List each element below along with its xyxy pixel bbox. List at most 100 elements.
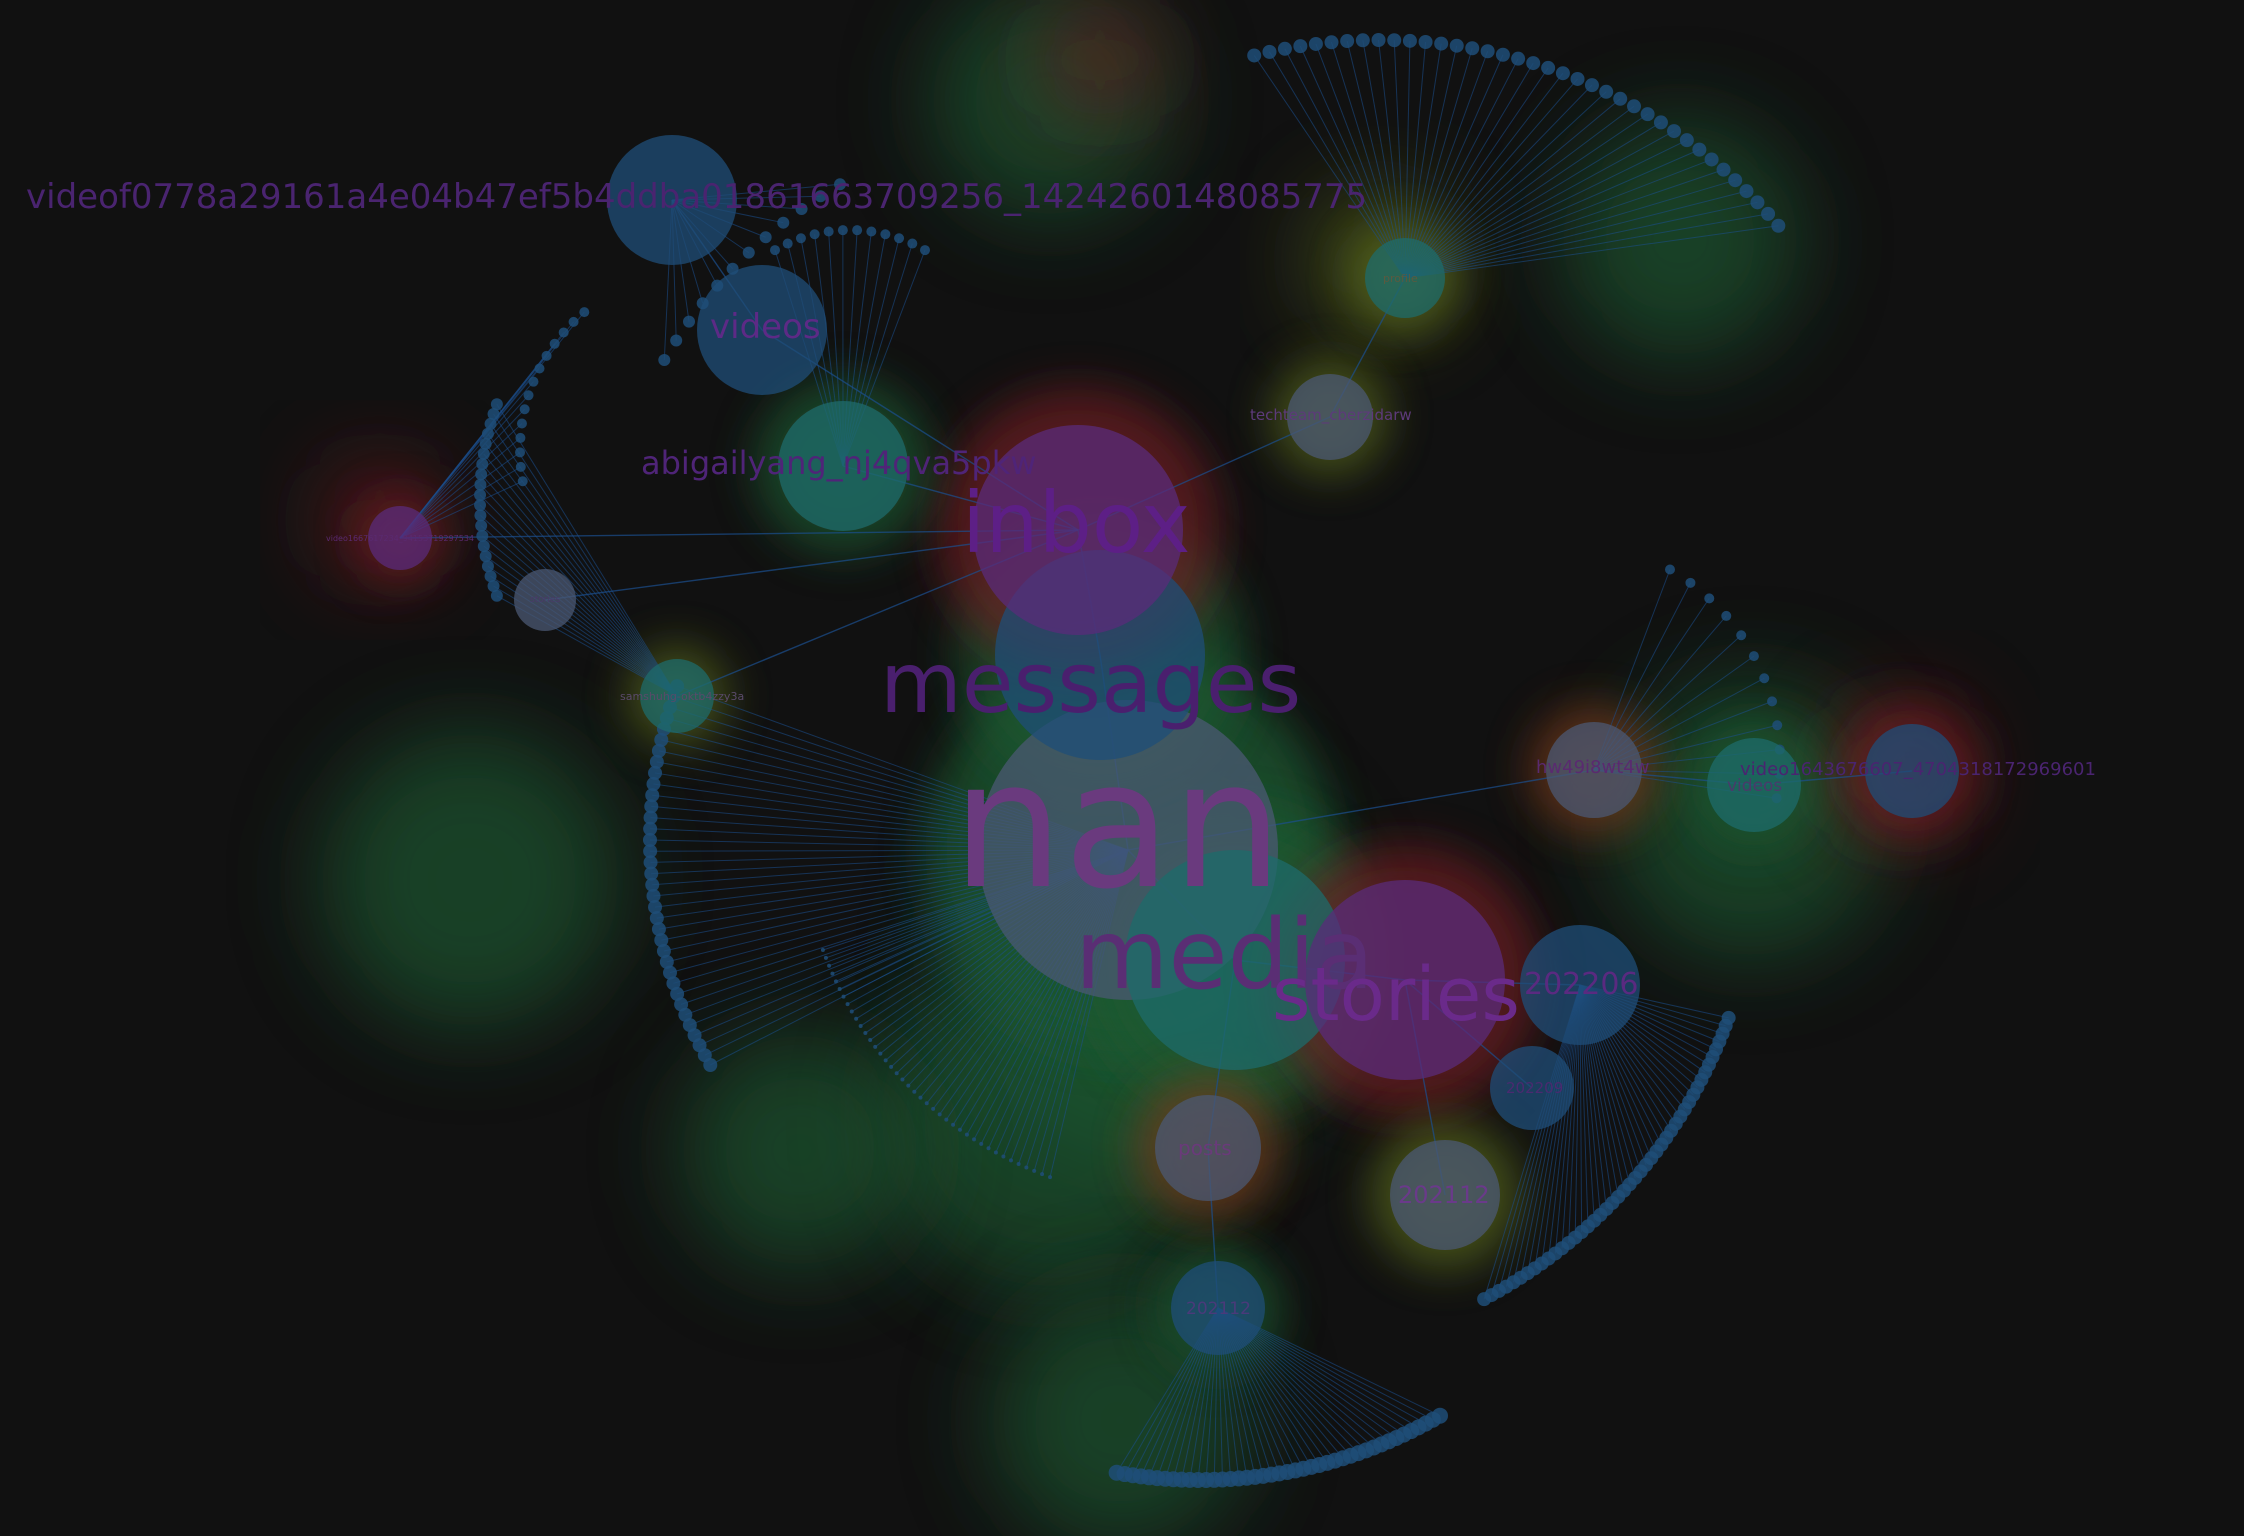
leaf-node-55 [477,447,490,460]
leaf-node-123 [924,1101,929,1106]
leaf-node-35 [1750,195,1765,210]
leaf-node-62 [475,519,488,532]
leaf-node-111 [1008,1158,1013,1163]
leaf-node-8 [1371,33,1386,48]
leaf-node-5 [1324,35,1339,50]
leaf-node-264 [823,226,834,237]
edge [479,504,678,697]
label-hw49: hw49i8wt4w [1536,757,1649,778]
leaf-node-258 [568,316,579,327]
leaf-node-253 [528,376,539,387]
edge [480,484,678,697]
leaf-node-30 [1692,142,1707,157]
leaf-node-149 [1721,610,1732,621]
edge [480,515,678,697]
leaf-node-25 [1627,99,1642,114]
leaf-node-262 [795,233,806,244]
leaf-node-27 [1653,115,1668,130]
leaf-node-268 [880,229,891,240]
leaf-node-130 [883,1058,888,1063]
leaf-node-113 [993,1150,998,1155]
edge [481,535,678,697]
leaf-node-114 [986,1146,991,1151]
leaf-node-59 [474,488,487,501]
leaf-node-150 [1736,630,1747,641]
leaf-node-143 [827,963,832,968]
label-techteam: techteam_cberzidarw [1250,406,1412,425]
label-nan: nan [952,723,1283,928]
leaf-node-60 [474,499,487,512]
leaf-node-126 [906,1083,911,1088]
leaf-node-10 [1402,33,1417,48]
leaf-node-252 [523,390,534,401]
leaf-node-22 [1584,78,1599,93]
leaf-node-29 [1679,133,1694,148]
label-inbox: inbox [962,474,1190,572]
leaf-node-3 [1293,39,1308,54]
leaf-node-146 [1665,564,1675,575]
leaf-node-108 [1032,1168,1037,1173]
leaf-node-131 [878,1051,883,1056]
leaf-node-38 [658,354,671,366]
leaf-node-148 [1704,593,1715,604]
leaf-node-17 [1511,51,1526,66]
leaf-node-121 [937,1112,942,1117]
leaf-node-257 [558,327,569,338]
leaf-node-118 [957,1127,962,1132]
leaf-node-13 [1449,38,1464,53]
leaf-node-246 [517,476,528,487]
leaf-node-36 [1761,206,1776,221]
leaf-node-129 [889,1064,894,1069]
leaf-node-32 [1716,162,1731,177]
edge [480,525,678,697]
edge [481,463,678,697]
edge [480,473,678,697]
label-small-mid: stories [530,595,560,605]
leaf-node-259 [579,307,590,318]
leaf-node-4 [1308,36,1323,51]
leaf-node-1 [1262,44,1277,59]
leaf-node-53 [481,427,494,440]
leaf-node-142 [830,971,835,976]
leaf-node-117 [964,1132,969,1137]
leaf-node-271 [920,245,930,256]
leaf-node-135 [858,1023,863,1028]
leaf-node-11 [1418,35,1433,50]
leaf-node-64 [477,540,490,553]
leaf-node-31 [1704,152,1719,167]
leaf-node-24 [1613,91,1628,106]
leaf-node-7 [1355,33,1370,48]
leaf-node-107 [1040,1172,1045,1177]
leaf-node-112 [1001,1154,1006,1159]
leaf-node-46 [777,216,790,229]
leaf-node-119 [951,1122,956,1127]
leaf-node-132 [873,1044,878,1049]
leaf-node-23 [1599,84,1614,99]
leaf-node-251 [519,404,530,415]
leaf-node-267 [866,226,877,237]
leaf-node-147 [1685,577,1696,588]
leaf-node-247 [515,461,526,472]
leaf-node-40 [683,315,696,328]
leaf-node-63 [476,529,489,542]
leaf-node-33 [1728,173,1743,188]
leaf-node-154 [1772,720,1783,731]
leaf-node-256 [549,338,560,349]
leaf-node-152 [1759,673,1770,684]
leaf-node-28 [1667,124,1682,139]
label-stories: stories [1272,952,1520,1038]
leaf-node-141 [833,979,838,984]
leaf-node-249 [515,432,526,443]
leaf-node-16 [1495,47,1510,62]
label-posts: posts [1178,1136,1232,1160]
leaf-node-45 [759,231,772,244]
leaf-node-265 [837,225,848,236]
leaf-node-18 [1526,56,1541,71]
leaf-node-44 [742,246,755,259]
leaf-node-122 [931,1106,936,1111]
leaf-node-116 [972,1137,977,1142]
label-202206: 202206 [1524,967,1639,1002]
leaf-node-255 [541,350,552,361]
leaf-node-134 [863,1031,868,1036]
leaf-node-133 [868,1038,873,1043]
